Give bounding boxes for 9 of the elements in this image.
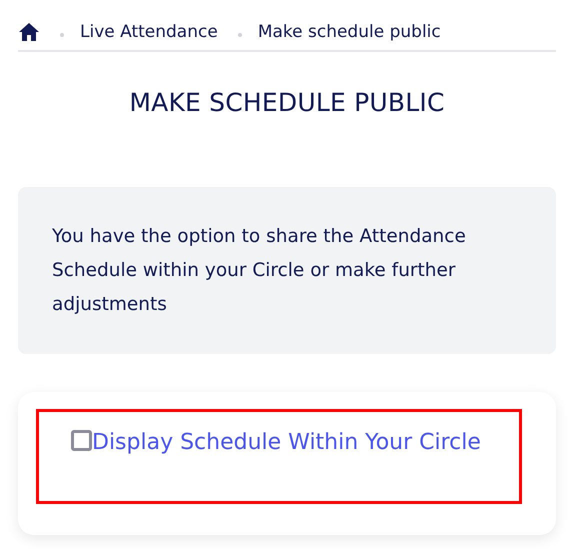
breadcrumb-link[interactable]: Make schedule public (258, 22, 441, 42)
breadcrumb-link[interactable]: Live Attendance (80, 22, 218, 42)
checkbox[interactable] (71, 430, 92, 451)
page-title: MAKE SCHEDULE PUBLIC (128, 88, 446, 117)
separator-dot (238, 33, 242, 37)
home-icon[interactable] (18, 22, 40, 42)
separator-dot (60, 33, 64, 37)
checkbox-option[interactable]: Display Schedule Within Your Circle (51, 424, 489, 462)
info-text: You have the option to share the Attendance Schedule within your Circle or make further adjustments (52, 225, 467, 317)
